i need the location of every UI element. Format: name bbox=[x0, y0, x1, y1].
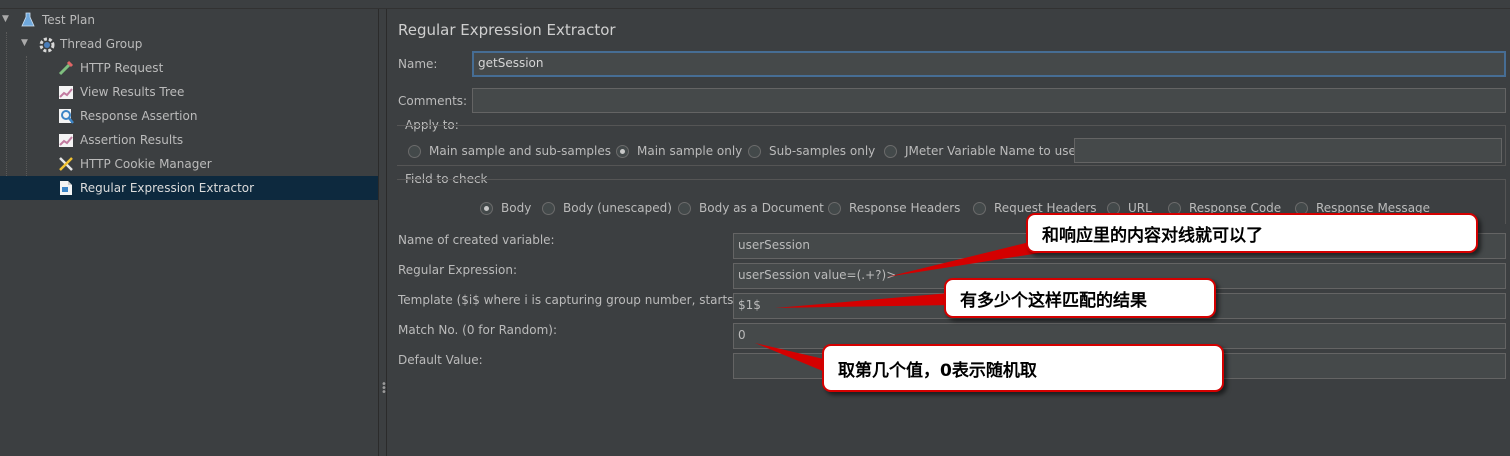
callout-2: 有多少个这样匹配的结果 bbox=[944, 278, 1216, 318]
callout-1: 和响应里的内容对线就可以了 bbox=[1026, 213, 1478, 253]
callout-arrow-1 bbox=[887, 241, 1046, 277]
callout-arrow-2 bbox=[775, 293, 952, 308]
callout-arrow-3 bbox=[755, 343, 830, 374]
callout-3: 取第几个值，0表示随机取 bbox=[822, 344, 1224, 392]
